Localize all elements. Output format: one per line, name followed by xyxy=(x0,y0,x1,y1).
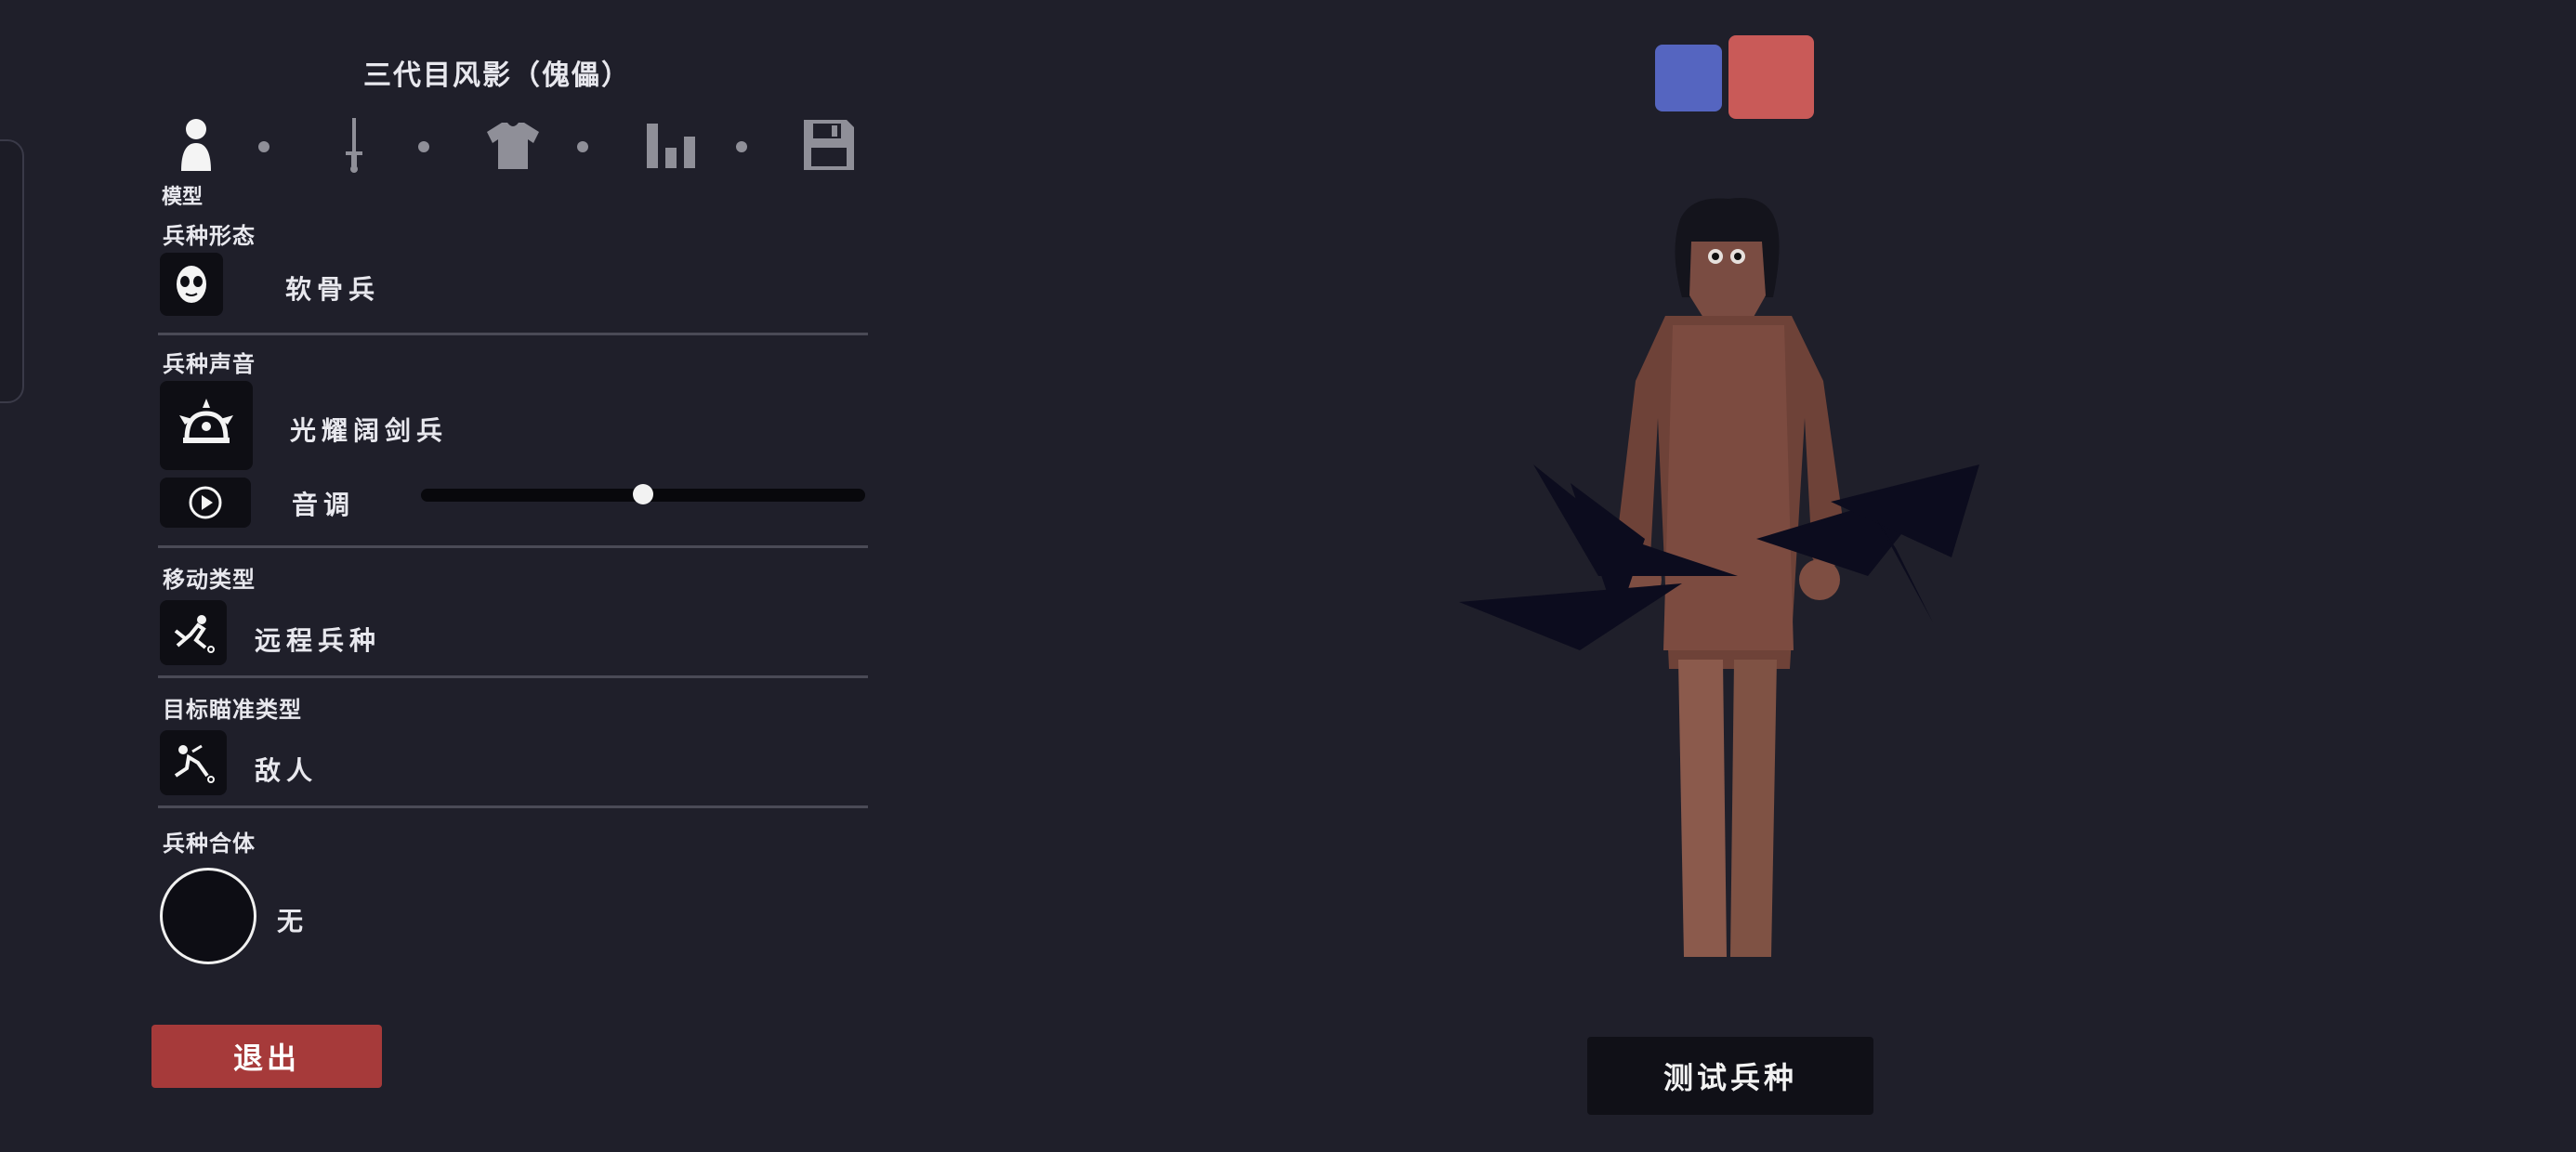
tab-separator-dot xyxy=(577,141,588,152)
tab-save[interactable] xyxy=(795,111,862,178)
movement-icon xyxy=(174,615,215,653)
tab-weapons[interactable] xyxy=(321,111,388,178)
tab-stats[interactable] xyxy=(638,111,705,178)
exit-button[interactable]: 退出 xyxy=(151,1025,382,1088)
sword-icon xyxy=(346,118,362,173)
section-title-fusion: 兵种合体 xyxy=(163,831,256,857)
voice-value[interactable]: 光耀阔剑兵 xyxy=(290,411,448,448)
active-tab-label: 模型 xyxy=(162,186,204,209)
tab-model[interactable] xyxy=(163,111,230,178)
tab-clothing[interactable] xyxy=(480,111,546,178)
unit-preview-model xyxy=(1459,197,1979,957)
shirt-icon xyxy=(487,123,539,169)
side-panel-handle[interactable] xyxy=(0,139,24,403)
targeting-value[interactable]: 敌人 xyxy=(255,751,318,788)
pitch-slider-knob[interactable] xyxy=(633,484,653,504)
fusion-slot[interactable] xyxy=(160,868,256,964)
divider xyxy=(158,333,868,335)
play-voice-button[interactable] xyxy=(160,478,251,528)
section-title-movement: 移动类型 xyxy=(163,567,256,593)
puppet-character xyxy=(1459,197,1979,957)
save-icon xyxy=(804,120,854,170)
mask-face-icon xyxy=(177,266,206,303)
tab-separator-dot xyxy=(258,141,269,152)
pitch-label: 音调 xyxy=(292,490,356,520)
editor-tabs: 模型 xyxy=(158,111,864,209)
voice-icon-button[interactable] xyxy=(160,381,253,470)
divider xyxy=(158,675,868,678)
divider xyxy=(158,805,868,808)
test-unit-button[interactable]: 测试兵种 xyxy=(1587,1037,1873,1115)
divider xyxy=(158,545,868,548)
unit-creator-screen: 三代目风影（傀儡） 模型 兵种形态 软骨兵 兵种声音 光耀阔剑兵 音调 移动类型… xyxy=(0,0,2576,1152)
form-value[interactable]: 软骨兵 xyxy=(285,269,380,307)
movement-icon-button[interactable] xyxy=(160,600,227,665)
section-title-form: 兵种形态 xyxy=(163,223,256,249)
targeting-icon-button[interactable] xyxy=(160,730,227,795)
team-blue-swatch[interactable] xyxy=(1655,45,1722,111)
person-icon xyxy=(181,119,211,171)
form-icon-button[interactable] xyxy=(160,253,223,316)
section-title-targeting: 目标瞄准类型 xyxy=(163,697,302,723)
team-red-swatch[interactable] xyxy=(1728,35,1814,119)
movement-value[interactable]: 远程兵种 xyxy=(255,621,381,658)
halo-crown-icon xyxy=(179,399,233,443)
play-icon xyxy=(189,486,222,519)
section-title-voice: 兵种声音 xyxy=(163,351,256,377)
tab-separator-dot xyxy=(418,141,429,152)
unit-title: 三代目风影（傀儡） xyxy=(363,59,631,92)
target-icon xyxy=(174,744,215,783)
bar-chart-icon xyxy=(647,124,695,168)
tab-separator-dot xyxy=(736,141,747,152)
fusion-value: 无 xyxy=(277,906,309,936)
